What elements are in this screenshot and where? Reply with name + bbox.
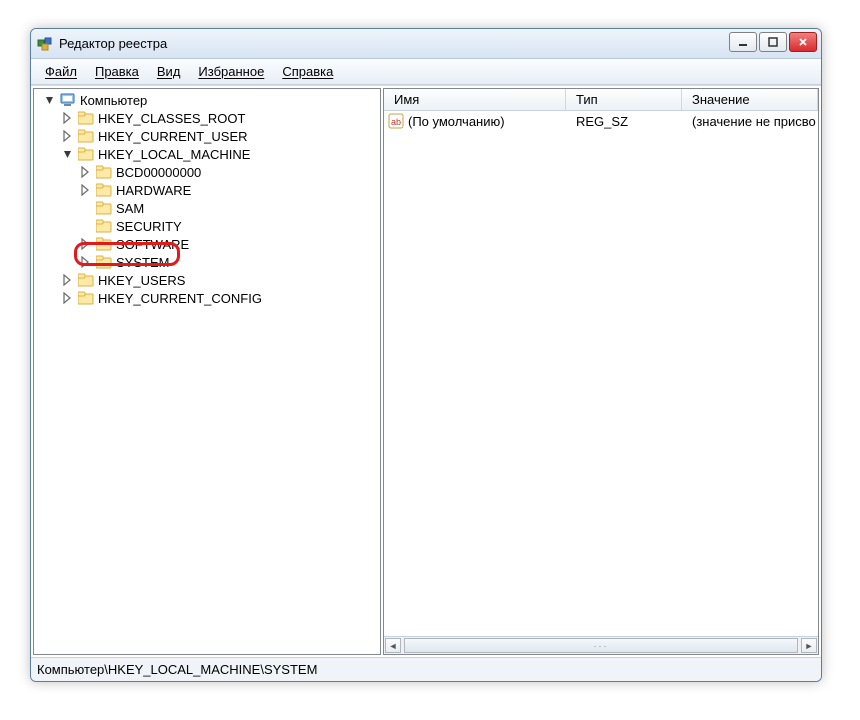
tree-item-software[interactable]: SOFTWARE (34, 235, 380, 253)
tree-item-security[interactable]: SECURITY (34, 217, 380, 235)
scroll-left-button[interactable]: ◄ (385, 638, 401, 653)
window-title: Редактор реестра (59, 36, 167, 51)
folder-icon (96, 255, 112, 269)
tree-label: HKEY_USERS (98, 273, 185, 288)
menu-file[interactable]: Файл (37, 61, 85, 82)
scroll-thumb[interactable]: ··· (404, 638, 798, 653)
column-header-name[interactable]: Имя (384, 89, 566, 110)
tree-item-hklm[interactable]: HKEY_LOCAL_MACHINE (34, 145, 380, 163)
tree-pane[interactable]: Компьютер HKEY_CLASSES_ROOT HKEY_CURRENT… (33, 88, 381, 655)
menu-help[interactable]: Справка (274, 61, 341, 82)
computer-icon (60, 93, 76, 107)
tree-item-hardware[interactable]: HARDWARE (34, 181, 380, 199)
menu-view[interactable]: Вид (149, 61, 189, 82)
chevron-right-icon[interactable] (62, 130, 74, 142)
registry-editor-window: Редактор реестра Файл Правка Вид Избранн… (30, 28, 822, 682)
tree-label: SYSTEM (116, 255, 169, 270)
chevron-right-icon[interactable] (80, 166, 92, 178)
folder-icon (78, 147, 94, 161)
column-header-type[interactable]: Тип (566, 89, 682, 110)
chevron-right-icon[interactable] (62, 274, 74, 286)
content-area: Компьютер HKEY_CLASSES_ROOT HKEY_CURRENT… (31, 85, 821, 657)
menubar: Файл Правка Вид Избранное Справка (31, 59, 821, 85)
folder-icon (96, 201, 112, 215)
tree-item-sam[interactable]: SAM (34, 199, 380, 217)
chevron-down-icon[interactable] (62, 148, 74, 160)
tree-label: Компьютер (80, 93, 147, 108)
tree-item-hku[interactable]: HKEY_USERS (34, 271, 380, 289)
statusbar: Компьютер\HKEY_LOCAL_MACHINE\SYSTEM (31, 657, 821, 681)
tree-label: SOFTWARE (116, 237, 189, 252)
folder-icon (96, 237, 112, 251)
folder-icon (78, 273, 94, 287)
value-name: (По умолчанию) (408, 114, 505, 129)
tree-item-hkcc[interactable]: HKEY_CURRENT_CONFIG (34, 289, 380, 307)
app-icon (37, 36, 53, 52)
folder-icon (78, 291, 94, 305)
tree-item-system[interactable]: SYSTEM (34, 253, 380, 271)
value-list-pane[interactable]: Имя Тип Значение (По умолчанию) REG_SZ (… (383, 88, 819, 655)
chevron-down-icon[interactable] (44, 94, 56, 106)
tree-label: HARDWARE (116, 183, 191, 198)
tree-label: HKEY_LOCAL_MACHINE (98, 147, 250, 162)
tree-item-hkcu[interactable]: HKEY_CURRENT_USER (34, 127, 380, 145)
chevron-right-icon[interactable] (62, 292, 74, 304)
chevron-right-icon[interactable] (80, 238, 92, 250)
chevron-right-icon[interactable] (80, 256, 92, 268)
expander-spacer (80, 220, 92, 232)
value-data: (значение не присво (682, 114, 818, 129)
regsz-icon (388, 113, 404, 129)
expander-spacer (80, 202, 92, 214)
folder-icon (96, 219, 112, 233)
horizontal-scrollbar[interactable]: ◄ ··· ► (384, 636, 818, 654)
tree-label: HKEY_CURRENT_USER (98, 129, 248, 144)
close-button[interactable] (789, 32, 817, 52)
menu-favorites[interactable]: Избранное (190, 61, 272, 82)
scroll-right-button[interactable]: ► (801, 638, 817, 653)
list-header: Имя Тип Значение (384, 89, 818, 111)
list-row[interactable]: (По умолчанию) REG_SZ (значение не присв… (384, 111, 818, 131)
folder-icon (78, 111, 94, 125)
tree-item-hkcr[interactable]: HKEY_CLASSES_ROOT (34, 109, 380, 127)
minimize-button[interactable] (729, 32, 757, 52)
maximize-button[interactable] (759, 32, 787, 52)
titlebar[interactable]: Редактор реестра (31, 29, 821, 59)
tree-item-bcd[interactable]: BCD00000000 (34, 163, 380, 181)
chevron-right-icon[interactable] (80, 184, 92, 196)
tree-label: SECURITY (116, 219, 182, 234)
tree-label: SAM (116, 201, 144, 216)
chevron-right-icon[interactable] (62, 112, 74, 124)
folder-icon (78, 129, 94, 143)
list-body: (По умолчанию) REG_SZ (значение не присв… (384, 111, 818, 636)
column-header-value[interactable]: Значение (682, 89, 818, 110)
folder-icon (96, 165, 112, 179)
tree-label: BCD00000000 (116, 165, 201, 180)
status-path: Компьютер\HKEY_LOCAL_MACHINE\SYSTEM (37, 662, 317, 677)
tree-item-computer[interactable]: Компьютер (34, 91, 380, 109)
value-type: REG_SZ (566, 114, 682, 129)
menu-edit[interactable]: Правка (87, 61, 147, 82)
folder-icon (96, 183, 112, 197)
tree-label: HKEY_CLASSES_ROOT (98, 111, 245, 126)
tree-label: HKEY_CURRENT_CONFIG (98, 291, 262, 306)
